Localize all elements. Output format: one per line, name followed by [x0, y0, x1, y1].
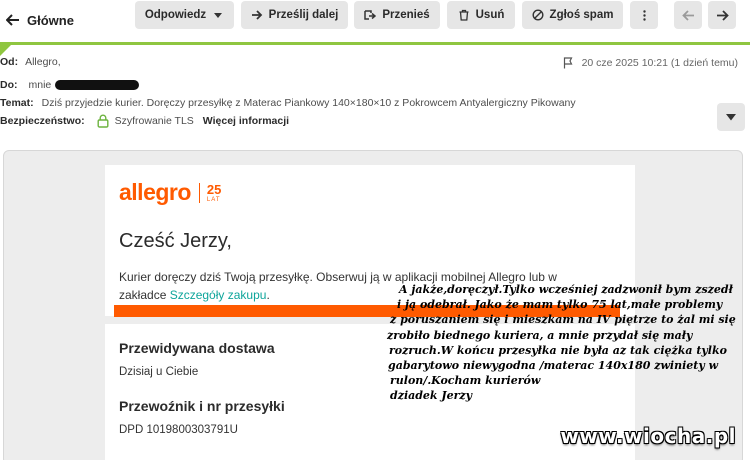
delivery-title: Przewidywana dostawa — [119, 340, 275, 356]
logo-separator — [198, 182, 200, 203]
forward-button[interactable]: Prześlij dalej — [241, 1, 348, 29]
back-label: Główne — [27, 12, 74, 28]
to-value: mnie — [28, 79, 52, 91]
delivery-value: Dzisiaj u Ciebie — [119, 366, 199, 378]
arrow-right-icon — [716, 9, 729, 21]
carrier-value: DPD 1019800303791U — [119, 424, 238, 436]
note-line: gabarytowo niewygodna /materac 140x180 z… — [388, 359, 719, 373]
note-line: rulon/.Kocham kurierów — [390, 374, 541, 388]
logo-number: 25 — [206, 181, 222, 197]
move-button[interactable]: Przenieś — [354, 1, 440, 29]
more-info-link[interactable]: Więcej informacji — [203, 115, 289, 127]
date-row: 20 cze 2025 10:21 (1 dzień temu) — [563, 57, 738, 69]
message-text-end: . — [266, 288, 270, 302]
delete-label: Usuń — [475, 9, 505, 21]
move-label: Przenieś — [382, 9, 430, 21]
forward-icon — [251, 10, 262, 20]
flag-icon[interactable] — [563, 57, 574, 69]
redacted-email — [55, 80, 140, 90]
subject-label: Temat: — [0, 97, 34, 109]
site-watermark: www.wiocha.pl — [560, 424, 736, 448]
greeting: Cześć Jerzy, — [119, 230, 232, 252]
lock-icon — [97, 114, 109, 128]
reply-button[interactable]: Odpowiedz — [135, 1, 234, 29]
note-line: A jakże,doręczył.Tylko wcześniej zadzwon… — [399, 283, 733, 296]
caret-down-icon — [214, 13, 223, 18]
subject-row: Temat: Dziś przyjedzie kurier. Doręczy p… — [0, 97, 576, 109]
spam-icon — [532, 9, 544, 21]
note-line: rozruch.W końcu przesyłka nie była az ta… — [389, 343, 727, 357]
previous-message-button[interactable] — [674, 1, 702, 29]
chevron-down-icon — [726, 114, 736, 121]
logo-small-text: LAT — [206, 196, 221, 203]
next-message-button[interactable] — [708, 1, 736, 29]
from-row: Od: Allegro, — [0, 56, 61, 68]
back-to-inbox-button[interactable]: Główne — [6, 7, 74, 33]
to-row: Do: mnie — [0, 79, 140, 91]
note-line: i ją odebrał. Jako że mam tylko 75 lat,m… — [397, 298, 723, 312]
accent-divider — [0, 42, 750, 45]
more-vert-icon — [642, 9, 646, 21]
to-label: Do: — [0, 79, 18, 91]
arrow-left-icon — [6, 14, 19, 26]
purchase-details-link[interactable]: Szczegóły zakupu — [170, 288, 267, 302]
mail-toolbar: Główne Odpowiedz Prześlij dalej Przenieś… — [0, 0, 750, 40]
delete-button[interactable]: Usuń — [447, 1, 515, 29]
note-line: z poruszaniem się i mieszkam na IV piętr… — [390, 313, 736, 327]
expand-header-button[interactable] — [717, 103, 745, 131]
more-actions-button[interactable] — [630, 1, 658, 29]
reply-label: Odpowiedz — [144, 9, 207, 21]
spam-label: Zgłoś spam — [549, 9, 614, 21]
carrier-title: Przewoźnik i nr przesyłki — [119, 398, 285, 414]
from-label: Od: — [0, 56, 19, 68]
trash-icon — [459, 9, 469, 21]
security-value: Szyfrowanie TLS — [114, 115, 194, 127]
note-line: zrobiło biednego kuriera, a mnie przydał… — [387, 328, 693, 342]
accent-corner — [0, 44, 12, 56]
logo-word: allegro — [119, 179, 191, 205]
overlay-note: A jakże,doręczył.Tylko wcześniej zadzwon… — [382, 282, 747, 404]
note-line: dziadek Jerzy — [390, 389, 473, 403]
report-spam-button[interactable]: Zgłoś spam — [522, 1, 623, 29]
move-icon — [364, 10, 377, 20]
forward-label: Prześlij dalej — [268, 9, 339, 21]
allegro-logo: allegro 25 LAT — [119, 179, 221, 206]
subject-value: Dziś przyjedzie kurier. Doręczy przesyłk… — [41, 97, 576, 109]
logo-anniversary: 25 LAT — [207, 183, 221, 203]
date-value: 20 cze 2025 10:21 (1 dzień temu) — [581, 57, 738, 69]
from-value[interactable]: Allegro, — [25, 56, 61, 68]
security-label: Bezpieczeństwo: — [0, 115, 85, 127]
security-row: Bezpieczeństwo: Szyfrowanie TLS Więcej i… — [0, 114, 289, 128]
arrow-left-icon — [681, 9, 694, 21]
